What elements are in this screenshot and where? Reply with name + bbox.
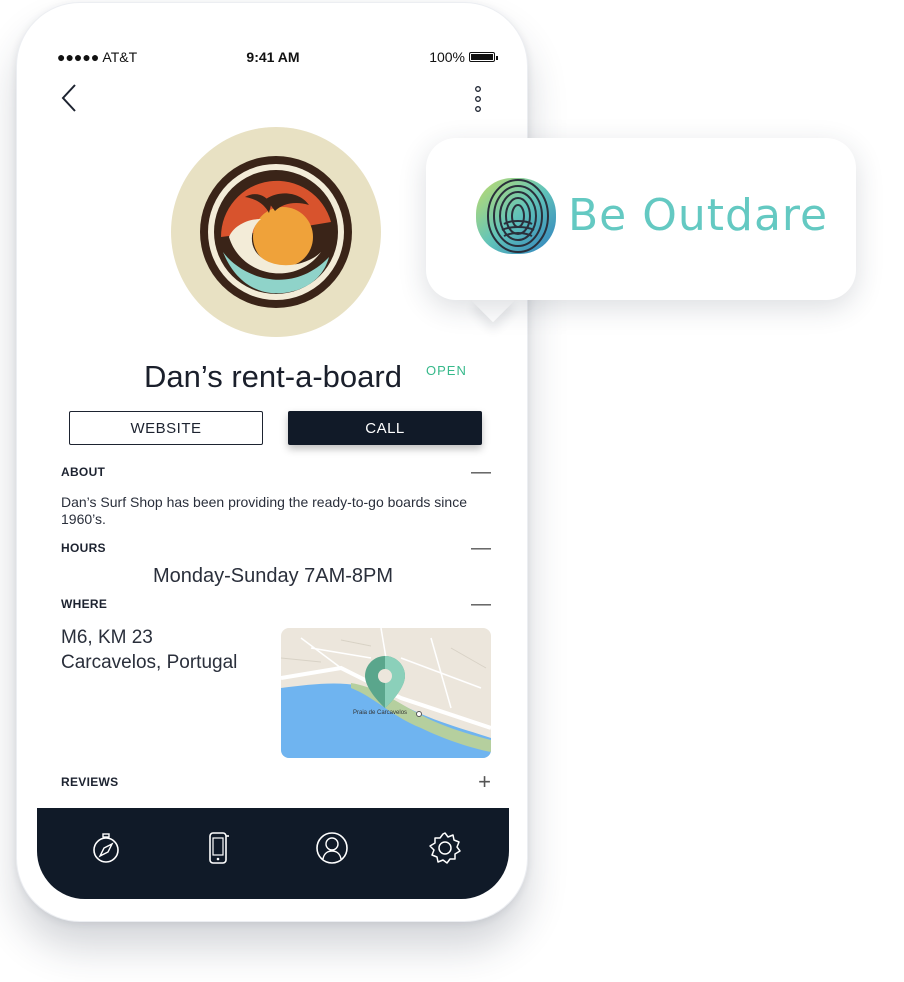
hours-heading: HOURS (61, 541, 106, 555)
about-text: Dan’s Surf Shop has been providing the r… (61, 494, 467, 527)
compass-icon[interactable] (88, 830, 124, 866)
battery-icon (469, 52, 498, 62)
battery-percent: 100% (429, 49, 465, 65)
surf-logo-icon (200, 156, 352, 308)
reviews-expand-toggle[interactable]: + (478, 771, 491, 793)
map-place-label: Praia de Carcavelos (353, 710, 408, 716)
clock: 9:41 AM (246, 49, 300, 65)
status-bar: ●●●●● AT&T 9:41 AM 100% (37, 49, 509, 69)
fingerprint-logo-icon (476, 178, 556, 254)
address-line-1: M6, KM 23 (61, 627, 153, 648)
battery-indicator: 100% (429, 49, 498, 65)
profile-icon[interactable] (314, 830, 350, 866)
where-collapse-toggle[interactable]: — (471, 594, 491, 614)
address-line-2: Carcavelos, Portugal (61, 652, 238, 673)
shop-avatar (171, 127, 381, 337)
carrier-label: ●●●●● AT&T (57, 49, 138, 65)
about-collapse-toggle[interactable]: — (471, 462, 491, 482)
open-status-badge: OPEN (426, 363, 467, 378)
phone-icon[interactable] (201, 830, 237, 866)
hours-collapse-toggle[interactable]: — (471, 538, 491, 558)
address: M6, KM 23 Carcavelos, Portugal (61, 625, 237, 675)
website-button[interactable]: WEBSITE (69, 411, 263, 445)
tab-bar (37, 808, 509, 899)
brand-name: Be Outdare (568, 190, 829, 241)
where-heading: WHERE (61, 597, 108, 611)
vertical-dots-icon[interactable] (473, 85, 483, 113)
about-heading: ABOUT (61, 465, 106, 479)
chevron-left-icon[interactable] (57, 81, 81, 115)
location-map[interactable]: Praia de Carcavelos (281, 628, 491, 758)
hours-text: Monday-Sunday 7AM-8PM (152, 565, 394, 587)
call-button[interactable]: CALL (288, 411, 482, 445)
shop-name: Dan’s rent-a-board (144, 359, 402, 394)
gear-icon[interactable] (427, 830, 463, 866)
reviews-heading: REVIEWS (61, 775, 119, 789)
